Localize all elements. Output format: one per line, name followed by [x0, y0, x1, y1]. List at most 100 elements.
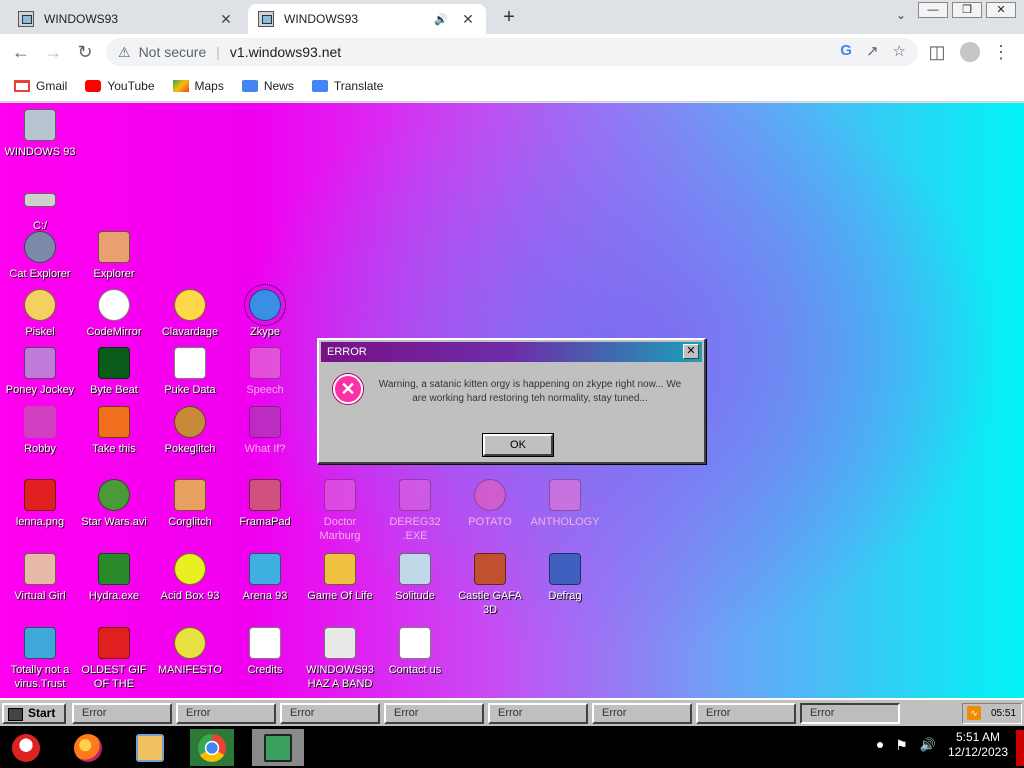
speaker-icon	[324, 627, 356, 659]
bookmark-gmail[interactable]: Gmail	[14, 79, 67, 93]
desktop-icon-game-of-life[interactable]: Game Of Life	[302, 553, 378, 603]
system-tray: ⚑ 🔊 5:51 AM 12/12/2023	[877, 730, 1008, 760]
desktop-icon-defrag[interactable]: Defrag	[527, 553, 603, 603]
side-panel-icon[interactable]: ◫	[926, 41, 948, 63]
gif-file-icon	[98, 627, 130, 659]
start-button[interactable]: Start	[2, 703, 66, 724]
bookmark-maps[interactable]: Maps	[172, 79, 224, 93]
file-explorer-icon[interactable]	[128, 729, 172, 766]
taskbar-item-error[interactable]: Error	[72, 703, 172, 724]
bookmark-news[interactable]: News	[241, 79, 294, 93]
bookmark-translate[interactable]: Translate	[311, 79, 383, 93]
desktop-icon-puke-data[interactable]: Puke Data	[152, 347, 228, 397]
desktop-icon-piskel[interactable]: Piskel	[2, 289, 78, 339]
desktop-icon-oldest-gif[interactable]: OLDEST GIF OF THE	[76, 627, 152, 691]
ok-button[interactable]: OK	[482, 433, 554, 457]
desktop-icon-codemirror[interactable]: CodeMirror	[76, 289, 152, 339]
desktop-icon-pokeglitch[interactable]: Pokeglitch	[152, 406, 228, 456]
desktop-icon-castle-gafa[interactable]: Castle GAFA 3D	[452, 553, 528, 617]
desktop-icon-speech[interactable]: Speech	[227, 347, 303, 397]
minimize-button[interactable]: —	[918, 2, 948, 18]
tab-close-icon[interactable]: ✕	[460, 11, 476, 28]
desktop-icon-byte-beat[interactable]: Byte Beat	[76, 347, 152, 397]
restore-button[interactable]: ❒	[952, 2, 982, 18]
desktop-icon-potato[interactable]: POTATO	[452, 479, 528, 529]
desktop-icon-cat-explorer[interactable]: Cat Explorer	[2, 231, 78, 281]
profile-avatar[interactable]	[960, 42, 980, 62]
desktop-icon-arena93[interactable]: Arena 93	[227, 553, 303, 603]
desktop-icon-band[interactable]: WINDOWS93 HAZ A BAND	[302, 627, 378, 691]
dolphin-icon	[24, 627, 56, 659]
desktop-icon-totally-not-a-virus[interactable]: Totally not a virus.Trust	[2, 627, 78, 691]
santa-start-icon[interactable]	[4, 729, 48, 766]
desktop-icon-what-if[interactable]: What If?	[227, 406, 303, 456]
desktop-icon-explorer[interactable]: Explorer	[76, 231, 152, 281]
dialog-close-button[interactable]: ✕	[683, 344, 699, 359]
security-label[interactable]: Not secure	[139, 44, 207, 60]
address-bar[interactable]: ⚠ Not secure | v1.windows93.net G ↗ ☆	[106, 38, 918, 66]
desktop-icon-robby[interactable]: Robby	[2, 406, 78, 456]
flag-icon[interactable]: ⚑	[895, 737, 908, 754]
notification-dot-icon	[877, 742, 884, 748]
pd-icon	[174, 347, 206, 379]
dialog-title-bar[interactable]: ERROR ✕	[321, 342, 702, 362]
browser-tab-active[interactable]: WINDOWS93 🔊 ✕	[248, 4, 486, 34]
star-bookmark-icon[interactable]: ☆	[893, 42, 906, 60]
desktop-icon-poney-jockey[interactable]: Poney Jockey	[2, 347, 78, 397]
desktop-icon-contact-us[interactable]: Contact us	[377, 627, 453, 677]
desktop-icon-virtual-girl[interactable]: Virtual Girl	[2, 553, 78, 603]
os-clock[interactable]: 5:51 AM 12/12/2023	[948, 730, 1008, 760]
desktop-icon-lenna[interactable]: lenna.png	[2, 479, 78, 529]
image-file-icon	[24, 479, 56, 511]
desktop-icon-acid-box[interactable]: Acid Box 93	[152, 553, 228, 603]
show-desktop-button[interactable]	[1016, 730, 1024, 766]
forward-arrow-icon[interactable]: →	[42, 41, 64, 63]
new-tab-button[interactable]: +	[498, 6, 520, 28]
desktop-icon-dereg32[interactable]: DEREG32 .EXE	[377, 479, 453, 543]
desktop-icon-c-drive[interactable]: C:/	[2, 183, 78, 233]
back-arrow-icon[interactable]: ←	[10, 41, 32, 63]
os-date: 12/12/2023	[947, 745, 1008, 759]
close-window-button[interactable]: ✕	[986, 2, 1016, 18]
framapad-icon	[249, 479, 281, 511]
reload-icon[interactable]: ↻	[74, 41, 96, 63]
google-lens-icon[interactable]: G	[840, 42, 852, 60]
desktop-icon-framapad[interactable]: FramaPad	[227, 479, 303, 529]
taskbar-item-error[interactable]: Error	[176, 703, 276, 724]
warning-icon[interactable]: ⚠	[118, 44, 131, 61]
share-icon[interactable]: ↗	[866, 42, 879, 60]
speaker-icon[interactable]: 🔊	[434, 13, 448, 26]
desktop-icon-zkype[interactable]: Zkype	[227, 284, 303, 339]
desktop-icon-credits[interactable]: Credits	[227, 627, 303, 677]
taskbar-item-error[interactable]: Error	[696, 703, 796, 724]
tab-search-chevron-icon[interactable]: ⌄	[896, 8, 906, 22]
desktop-icon-doctor-marburg[interactable]: Doctor Marburg	[302, 479, 378, 543]
desktop-icon-star-wars[interactable]: Star Wars.avi	[76, 479, 152, 529]
taskbar-item-error-active[interactable]: Error	[800, 703, 900, 724]
rss-icon[interactable]: ∿	[967, 706, 981, 720]
desktop-icon-take-this[interactable]: Take this	[76, 406, 152, 456]
desktop-icon-hydra[interactable]: Hydra.exe	[76, 553, 152, 603]
desktop-icon-anthology[interactable]: ANTHOLOGY	[527, 479, 603, 529]
desktop-icon-solitude[interactable]: Solitude	[377, 553, 453, 603]
error-dialog[interactable]: ERROR ✕ ✕ Warning, a satanic kitten orgy…	[317, 338, 706, 464]
bookmark-youtube[interactable]: YouTube	[85, 79, 155, 93]
kebab-menu-icon[interactable]: ⋮	[990, 41, 1012, 63]
windows93-app-icon[interactable]	[252, 729, 304, 766]
browser-tab[interactable]: WINDOWS93 ✕	[8, 4, 244, 34]
taskbar-item-error[interactable]: Error	[488, 703, 588, 724]
volume-icon[interactable]: 🔊	[920, 737, 936, 753]
desktop-icon-windows93[interactable]: WINDOWS 93	[2, 109, 78, 159]
taskbar-item-error[interactable]: Error	[384, 703, 484, 724]
firefox-icon[interactable]	[66, 729, 110, 766]
tab-close-icon[interactable]: ✕	[218, 11, 234, 28]
desktop-icon-clavardage[interactable]: Clavardage	[152, 289, 228, 339]
desktop-icon-manifesto[interactable]: MANIFESTO	[152, 627, 228, 677]
computer-icon	[24, 109, 56, 141]
what-if-icon	[249, 406, 281, 438]
chrome-icon[interactable]	[190, 729, 234, 766]
desktop-icon-corglitch[interactable]: Corglitch	[152, 479, 228, 529]
taskbar-item-error[interactable]: Error	[280, 703, 380, 724]
taskbar-item-error[interactable]: Error	[592, 703, 692, 724]
url-text[interactable]: v1.windows93.net	[230, 44, 341, 60]
